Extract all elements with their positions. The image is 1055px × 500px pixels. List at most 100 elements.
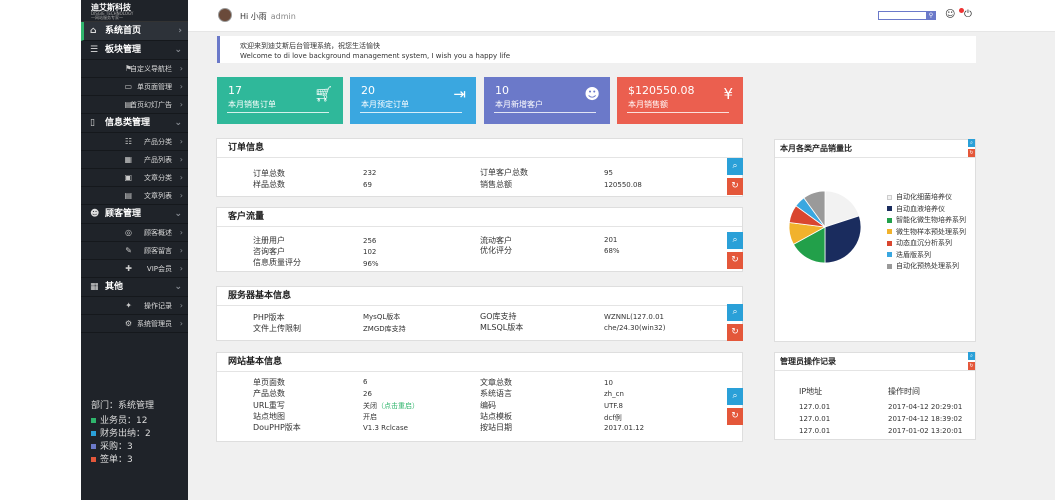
sidebar-subitem-label: 文章分类 xyxy=(144,174,172,182)
field-value: dcf例 xyxy=(604,414,622,422)
sidebar-subitem-vip[interactable]: ✚ VIP会员 › xyxy=(81,260,188,278)
sidebar-subitem-pages[interactable]: ▭ 单页面管理 › xyxy=(81,78,188,96)
sidebar-subitem-label: 顾客概述 xyxy=(144,229,172,237)
chevron-right-icon: › xyxy=(179,319,183,328)
sidebar-item-label: 信息类管理 xyxy=(105,118,151,128)
greeting: Hi 小雨 admin xyxy=(240,11,296,22)
sidebar-subitem-product-list[interactable]: ▦ 产品列表 › xyxy=(81,151,188,169)
legend-label: 迭盾版系列 xyxy=(896,250,931,259)
chevron-right-icon: › xyxy=(179,137,183,146)
search-doc-icon: ⌕ xyxy=(732,235,738,245)
tag-icon: ✚ xyxy=(125,264,132,273)
stat-label: 本月新增客户 xyxy=(495,100,543,109)
stat-card-sales-amount[interactable]: $120550.08 本月销售额 ¥ xyxy=(617,77,743,124)
power-icon[interactable]: ⏻ xyxy=(964,9,972,20)
sidebar-subitem-customer-messages[interactable]: ✎ 顾客留言 › xyxy=(81,242,188,260)
search-icon: ⚲ xyxy=(928,12,934,19)
stat-underline xyxy=(627,112,729,113)
view-button[interactable]: ⌕ xyxy=(727,304,743,321)
view-button[interactable]: ⌕ xyxy=(727,158,743,175)
field-label: 样品总数 xyxy=(253,180,285,189)
sidebar-subitem-label: 系统管理员 xyxy=(137,320,172,328)
field-label: 站点模板 xyxy=(480,412,512,421)
refresh-icon: ↻ xyxy=(731,255,739,265)
search-input[interactable] xyxy=(878,11,928,20)
sidebar-item-label: 其他 xyxy=(105,282,124,292)
legend-label: 自动血液培养仪 xyxy=(896,204,945,213)
panel-customer-traffic: 客户流量 注册用户 256 流动客户 201 咨询客户 102 优化评分 68%… xyxy=(216,207,743,272)
view-button[interactable]: ⌕ xyxy=(968,139,975,147)
green-square-icon xyxy=(91,418,96,423)
department-row: 财务出纳：2 xyxy=(91,428,154,441)
sidebar-item-customer[interactable]: ☻ 顾客管理 ⌄ xyxy=(81,205,188,224)
refresh-button[interactable]: ↻ xyxy=(727,324,743,341)
refresh-button[interactable]: ↻ xyxy=(727,178,743,195)
department-summary: 部门：系统管理 业务员：12 财务出纳：2 采购：3 签单：3 xyxy=(91,398,154,467)
field-value: 95 xyxy=(604,169,613,177)
field-label: 优化评分 xyxy=(480,246,512,255)
field-value: 26 xyxy=(363,390,372,398)
field-label: 注册用户 xyxy=(253,236,285,245)
field-value: UTF.8 xyxy=(604,402,623,410)
welcome-line-en: Welcome to di love background management… xyxy=(240,52,511,60)
sidebar-subitem-nav[interactable]: ⚑ 自定义导航栏 › xyxy=(81,60,188,78)
refresh-button[interactable]: ↻ xyxy=(968,362,975,370)
chevron-right-icon: › xyxy=(179,173,183,182)
view-button[interactable]: ⌕ xyxy=(727,388,743,405)
field-value: WZNNL(127.0.01 xyxy=(604,313,664,321)
department-row-label: 签单：3 xyxy=(100,455,133,465)
field-value: 102 xyxy=(363,248,377,256)
stat-card-new-customers[interactable]: 10 本月新增客户 ☻ xyxy=(484,77,610,124)
grid-icon: ▦ xyxy=(90,282,99,292)
legend-item: 智能化微生物培养系列 xyxy=(887,215,966,227)
field-label: 系统语言 xyxy=(480,389,512,398)
search-button[interactable]: ⚲ xyxy=(926,11,936,20)
stat-underline xyxy=(360,112,462,113)
legend-item: 自动化细菌培养仪 xyxy=(887,192,966,204)
welcome-line-cn: 欢迎来到迪艾斯后台管理系统，祝您生活愉快 xyxy=(240,42,380,50)
stat-card-sales-orders[interactable]: 17 本月销售订单 🛒︎ xyxy=(217,77,343,124)
refresh-button[interactable]: ↻ xyxy=(727,252,743,269)
legend-item: 自动化预热处理系列 xyxy=(887,261,966,273)
chevron-right-icon: › xyxy=(178,26,182,36)
sidebar-item-info[interactable]: ▯ 信息类管理 ⌄ xyxy=(81,114,188,133)
chevron-down-icon: ⌄ xyxy=(174,209,182,219)
restart-link[interactable]: （点击重启） xyxy=(377,402,419,410)
sidebar-subitem-label: 文章列表 xyxy=(144,192,172,200)
view-button[interactable]: ⌕ xyxy=(727,232,743,249)
stat-card-reserved-orders[interactable]: 20 本月预定订单 ⇥ xyxy=(350,77,476,124)
field-label: 文件上传限制 xyxy=(253,324,301,333)
sidebar-subitem-article-list[interactable]: ▤ 文章列表 › xyxy=(81,187,188,205)
refresh-button[interactable]: ↻ xyxy=(968,149,975,157)
list-icon: ☷ xyxy=(124,137,132,146)
field-value: 201 xyxy=(604,236,618,244)
flag-icon: ⚑ xyxy=(124,64,132,73)
department-row-label: 业务员：12 xyxy=(100,416,148,426)
sidebar-subitem-customer-overview[interactable]: ◎ 顾客概述 › xyxy=(81,224,188,242)
sidebar-subitem-product-cat[interactable]: ☷ 产品分类 › xyxy=(81,133,188,151)
refresh-button[interactable]: ↻ xyxy=(727,408,743,425)
chevron-right-icon: › xyxy=(179,246,183,255)
field-value: 96% xyxy=(363,260,379,268)
sidebar-item-home[interactable]: ⌂ 系统首页 › xyxy=(81,22,188,41)
sidebar-item-label: 顾客管理 xyxy=(105,209,142,219)
sidebar-subitem-admins[interactable]: ⚙ 系统管理员 › xyxy=(81,315,188,333)
sidebar-subitem-slides[interactable]: ▤ 首页幻灯广告 › xyxy=(81,96,188,114)
notification-icon[interactable]: ☺ xyxy=(945,9,955,20)
stat-value: 10 xyxy=(495,84,509,97)
article-icon: ▣ xyxy=(124,173,132,182)
chevron-right-icon: › xyxy=(179,64,183,73)
sidebar-subitem-label: 产品列表 xyxy=(144,156,172,164)
legend-swatch xyxy=(887,263,892,269)
sidebar-subitem-oplog[interactable]: ✦ 操作记录 › xyxy=(81,297,188,315)
view-button[interactable]: ⌕ xyxy=(968,352,975,360)
legend-swatch xyxy=(887,194,892,200)
sidebar-subitem-article-cat[interactable]: ▣ 文章分类 › xyxy=(81,169,188,187)
monitor-icon: ▭ xyxy=(124,82,132,91)
sidebar-item-other[interactable]: ▦ 其他 ⌄ xyxy=(81,278,188,297)
sidebar-item-board[interactable]: ☰ 板块管理 ⌄ xyxy=(81,41,188,60)
avatar[interactable] xyxy=(218,8,232,22)
panel-title: 网站基本信息 xyxy=(217,353,742,372)
sidebar-subitem-label: 顾客留言 xyxy=(144,247,172,255)
panel-title: 本月各类产品销量比 xyxy=(775,140,975,158)
